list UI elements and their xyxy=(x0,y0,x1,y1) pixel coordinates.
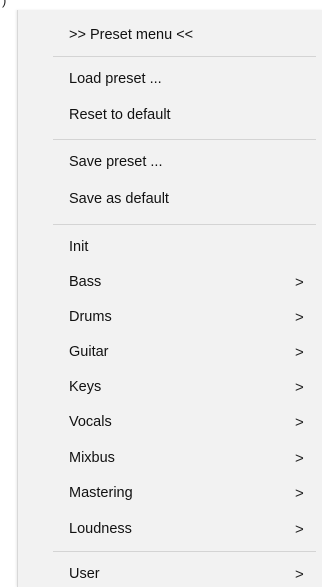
chevron-right-icon: > xyxy=(295,308,304,326)
chevron-right-icon: > xyxy=(295,449,304,467)
menu-item-label: Loudness xyxy=(69,521,132,537)
menu-item-save-as-default[interactable]: Save as default xyxy=(18,182,322,216)
menu-separator xyxy=(53,139,316,140)
menu-item-reset-to-default[interactable]: Reset to default xyxy=(18,98,322,132)
preset-context-menu: >> Preset menu << Load preset ... Reset … xyxy=(17,10,322,587)
chevron-right-icon: > xyxy=(295,413,304,431)
menu-item-label: Keys xyxy=(69,379,102,395)
menu-item-label: Init xyxy=(69,239,89,255)
menu-item-label: Drums xyxy=(69,309,112,325)
menu-item-save-preset[interactable]: Save preset ... xyxy=(18,145,322,179)
menu-header-label: >> Preset menu << xyxy=(69,27,194,43)
menu-item-label: User xyxy=(69,566,100,582)
menu-item-loudness[interactable]: Loudness > xyxy=(18,512,322,546)
menu-separator xyxy=(53,56,316,57)
menu-item-drums[interactable]: Drums > xyxy=(18,300,322,334)
chevron-right-icon: > xyxy=(295,378,304,396)
menu-item-label: Save as default xyxy=(69,191,169,207)
chevron-right-icon: > xyxy=(295,484,304,502)
menu-item-guitar[interactable]: Guitar > xyxy=(18,335,322,369)
menu-item-label: Bass xyxy=(69,274,102,290)
menu-item-label: Vocals xyxy=(69,414,112,430)
chevron-right-icon: > xyxy=(295,565,304,583)
menu-item-label: Load preset ... xyxy=(69,71,162,87)
menu-item-vocals[interactable]: Vocals > xyxy=(18,405,322,439)
menu-item-mastering[interactable]: Mastering > xyxy=(18,476,322,510)
menu-item-label: Save preset ... xyxy=(69,154,163,170)
menu-separator xyxy=(53,224,316,225)
menu-item-keys[interactable]: Keys > xyxy=(18,370,322,404)
menu-item-init[interactable]: Init xyxy=(18,230,322,264)
chevron-right-icon: > xyxy=(295,520,304,538)
menu-item-label: Reset to default xyxy=(69,107,171,123)
menu-item-label: Mixbus xyxy=(69,450,115,466)
menu-separator xyxy=(53,551,316,552)
menu-item-label: Mastering xyxy=(69,485,133,501)
menu-item-bass[interactable]: Bass > xyxy=(18,265,322,299)
menu-header: >> Preset menu << xyxy=(18,18,322,52)
menu-item-label: Guitar xyxy=(69,344,109,360)
menu-item-user[interactable]: User > xyxy=(18,557,322,587)
chevron-right-icon: > xyxy=(295,273,304,291)
parenthesis-glyph: ) xyxy=(2,0,7,8)
menu-item-load-preset[interactable]: Load preset ... xyxy=(18,62,322,96)
chevron-right-icon: > xyxy=(295,343,304,361)
menu-item-mixbus[interactable]: Mixbus > xyxy=(18,441,322,475)
